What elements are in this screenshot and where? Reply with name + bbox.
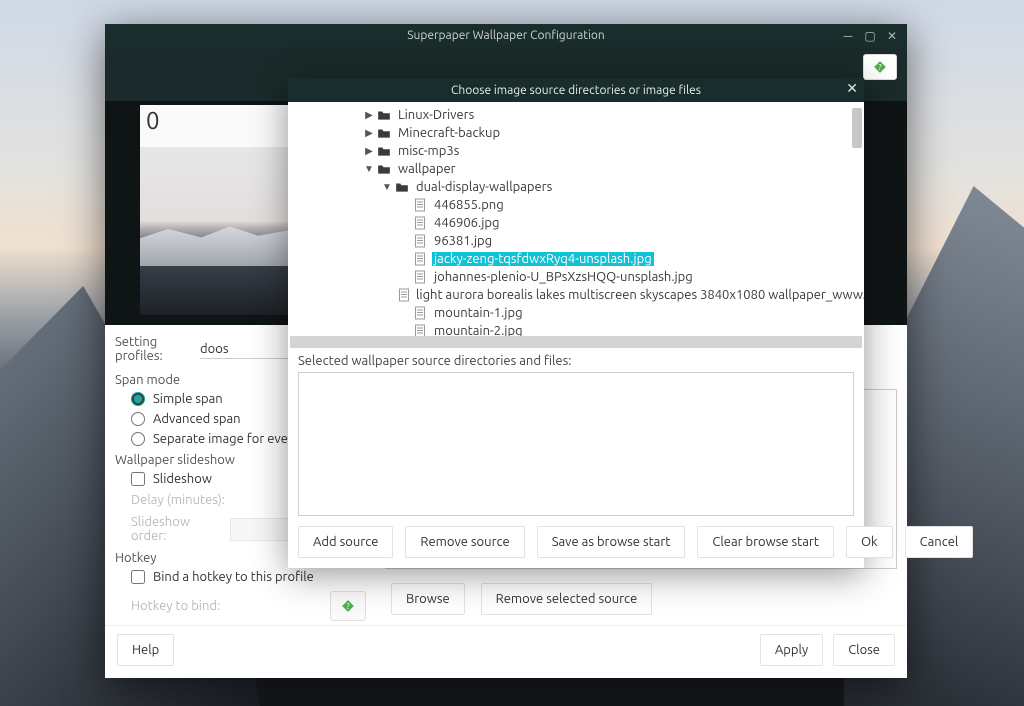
file-icon <box>398 288 410 302</box>
tree-item-name: mountain-2.jpg <box>432 324 525 336</box>
file-icon <box>412 216 428 230</box>
hotkey-help-button[interactable]: ? <box>330 591 366 621</box>
close-button[interactable]: Close <box>833 634 895 666</box>
file-icon <box>412 198 428 212</box>
minimize-button[interactable]: ─ <box>837 24 859 48</box>
tree-item-name: Minecraft-backup <box>396 126 502 140</box>
tree-item-name: dual-display-wallpapers <box>414 180 554 194</box>
tree-item-name: light aurora borealis lakes multiscreen … <box>414 288 864 302</box>
profiles-label: Setting profiles: <box>115 335 200 363</box>
dialog-button-row: Add source Remove source Save as browse … <box>288 516 864 568</box>
tree-horizontal-scrollbar[interactable] <box>290 336 862 348</box>
ok-button[interactable]: Ok <box>846 526 893 558</box>
window-title: Superpaper Wallpaper Configuration <box>407 29 605 42</box>
dialog-title: Choose image source directories or image… <box>451 84 701 97</box>
file-icon <box>412 252 428 266</box>
remove-source-button[interactable]: Remove source <box>405 526 524 558</box>
span-simple-radio-input[interactable] <box>131 392 145 406</box>
tree-item-name: mountain-1.jpg <box>432 306 525 320</box>
footer-bar: Help Apply Close <box>105 625 907 678</box>
tree-row[interactable]: ▼ wallpaper <box>288 160 864 178</box>
hotkey-checkbox-label: Bind a hotkey to this profile <box>153 570 314 584</box>
window-buttons: ─ ▢ ✕ <box>837 24 903 48</box>
close-window-button[interactable]: ✕ <box>881 24 903 48</box>
hotkey-checkbox-input[interactable] <box>131 570 145 584</box>
file-icon <box>412 306 428 320</box>
tree-row[interactable]: ▶ misc-mp3s <box>288 142 864 160</box>
chevron-right-icon[interactable]: ▶ <box>362 145 376 157</box>
titlebar: Superpaper Wallpaper Configuration ─ ▢ ✕ <box>105 24 907 48</box>
tree-row[interactable]: johannes-plenio-U_BPsXzsHQQ-unsplash.jpg <box>288 268 864 286</box>
monitor-index-label: 0 <box>146 107 160 134</box>
slideshow-order-label: Slideshow order: <box>131 515 222 543</box>
maximize-button[interactable]: ▢ <box>859 24 881 48</box>
tree-row[interactable]: 446855.png <box>288 196 864 214</box>
file-icon <box>412 234 428 248</box>
tree-row[interactable]: light aurora borealis lakes multiscreen … <box>288 286 864 304</box>
save-browse-start-button[interactable]: Save as browse start <box>537 526 686 558</box>
help-button[interactable]: Help <box>117 634 174 666</box>
file-tree[interactable]: ▶ Linux-Drivers ▶ Minecraft-backup ▶ misc-mp3… <box>288 102 864 336</box>
apply-button[interactable]: Apply <box>760 634 823 666</box>
chevron-down-icon[interactable]: ▼ <box>380 181 394 193</box>
tree-row[interactable]: ▶ Linux-Drivers <box>288 106 864 124</box>
folder-icon <box>394 180 410 194</box>
tree-item-name: johannes-plenio-U_BPsXzsHQQ-unsplash.jpg <box>432 270 695 284</box>
folder-icon <box>376 108 392 122</box>
span-advanced-label: Advanced span <box>153 412 241 426</box>
span-simple-label: Simple span <box>153 392 223 406</box>
dialog-close-button[interactable]: ✕ <box>846 80 858 97</box>
help-icon-button[interactable]: ? <box>863 54 897 80</box>
svg-text:?: ? <box>878 62 881 72</box>
tree-item-name: 446855.png <box>432 198 506 212</box>
tree-item-name: 446906.jpg <box>432 216 501 230</box>
chevron-right-icon[interactable]: ▶ <box>362 127 376 139</box>
question-diamond-icon: ? <box>873 60 887 74</box>
hotkey-bind-label: Hotkey to bind: <box>131 599 220 613</box>
tree-row[interactable]: jacky-zeng-tqsfdwxRyq4-unsplash.jpg <box>288 250 864 268</box>
selected-sources-label: Selected wallpaper source directories an… <box>288 348 864 372</box>
tree-item-name: Linux-Drivers <box>396 108 476 122</box>
file-icon <box>412 270 428 284</box>
add-source-button[interactable]: Add source <box>298 526 393 558</box>
chevron-down-icon[interactable]: ▼ <box>362 163 376 175</box>
tree-item-name: 96381.jpg <box>432 234 494 248</box>
hotkey-checkbox[interactable]: Bind a hotkey to this profile <box>115 567 371 587</box>
tree-row[interactable]: ▼ dual-display-wallpapers <box>288 178 864 196</box>
slideshow-checkbox-label: Slideshow <box>153 472 212 486</box>
span-separate-radio-input[interactable] <box>131 432 145 446</box>
tree-row[interactable]: ▶ Minecraft-backup <box>288 124 864 142</box>
folder-icon <box>376 144 392 158</box>
file-icon <box>412 324 428 336</box>
folder-icon <box>376 162 392 176</box>
folder-icon <box>376 126 392 140</box>
choose-image-dialog: Choose image source directories or image… <box>288 78 864 568</box>
tree-item-name: wallpaper <box>396 162 458 176</box>
tree-item-name: jacky-zeng-tqsfdwxRyq4-unsplash.jpg <box>432 252 654 266</box>
tree-row[interactable]: mountain-1.jpg <box>288 304 864 322</box>
clear-browse-start-button[interactable]: Clear browse start <box>697 526 834 558</box>
span-advanced-radio-input[interactable] <box>131 412 145 426</box>
question-diamond-icon: ? <box>341 599 355 613</box>
svg-text:?: ? <box>347 601 350 611</box>
tree-row[interactable]: 446906.jpg <box>288 214 864 232</box>
dialog-titlebar: Choose image source directories or image… <box>288 78 864 102</box>
cancel-button[interactable]: Cancel <box>905 526 974 558</box>
chevron-right-icon[interactable]: ▶ <box>362 109 376 121</box>
remove-selected-source-button[interactable]: Remove selected source <box>481 583 653 615</box>
tree-scrollbar-thumb[interactable] <box>852 108 862 148</box>
slideshow-checkbox-input[interactable] <box>131 472 145 486</box>
tree-row[interactable]: mountain-2.jpg <box>288 322 864 336</box>
tree-item-name: misc-mp3s <box>396 144 461 158</box>
browse-button[interactable]: Browse <box>391 583 465 615</box>
tree-row[interactable]: 96381.jpg <box>288 232 864 250</box>
selected-sources-list[interactable] <box>298 372 854 516</box>
